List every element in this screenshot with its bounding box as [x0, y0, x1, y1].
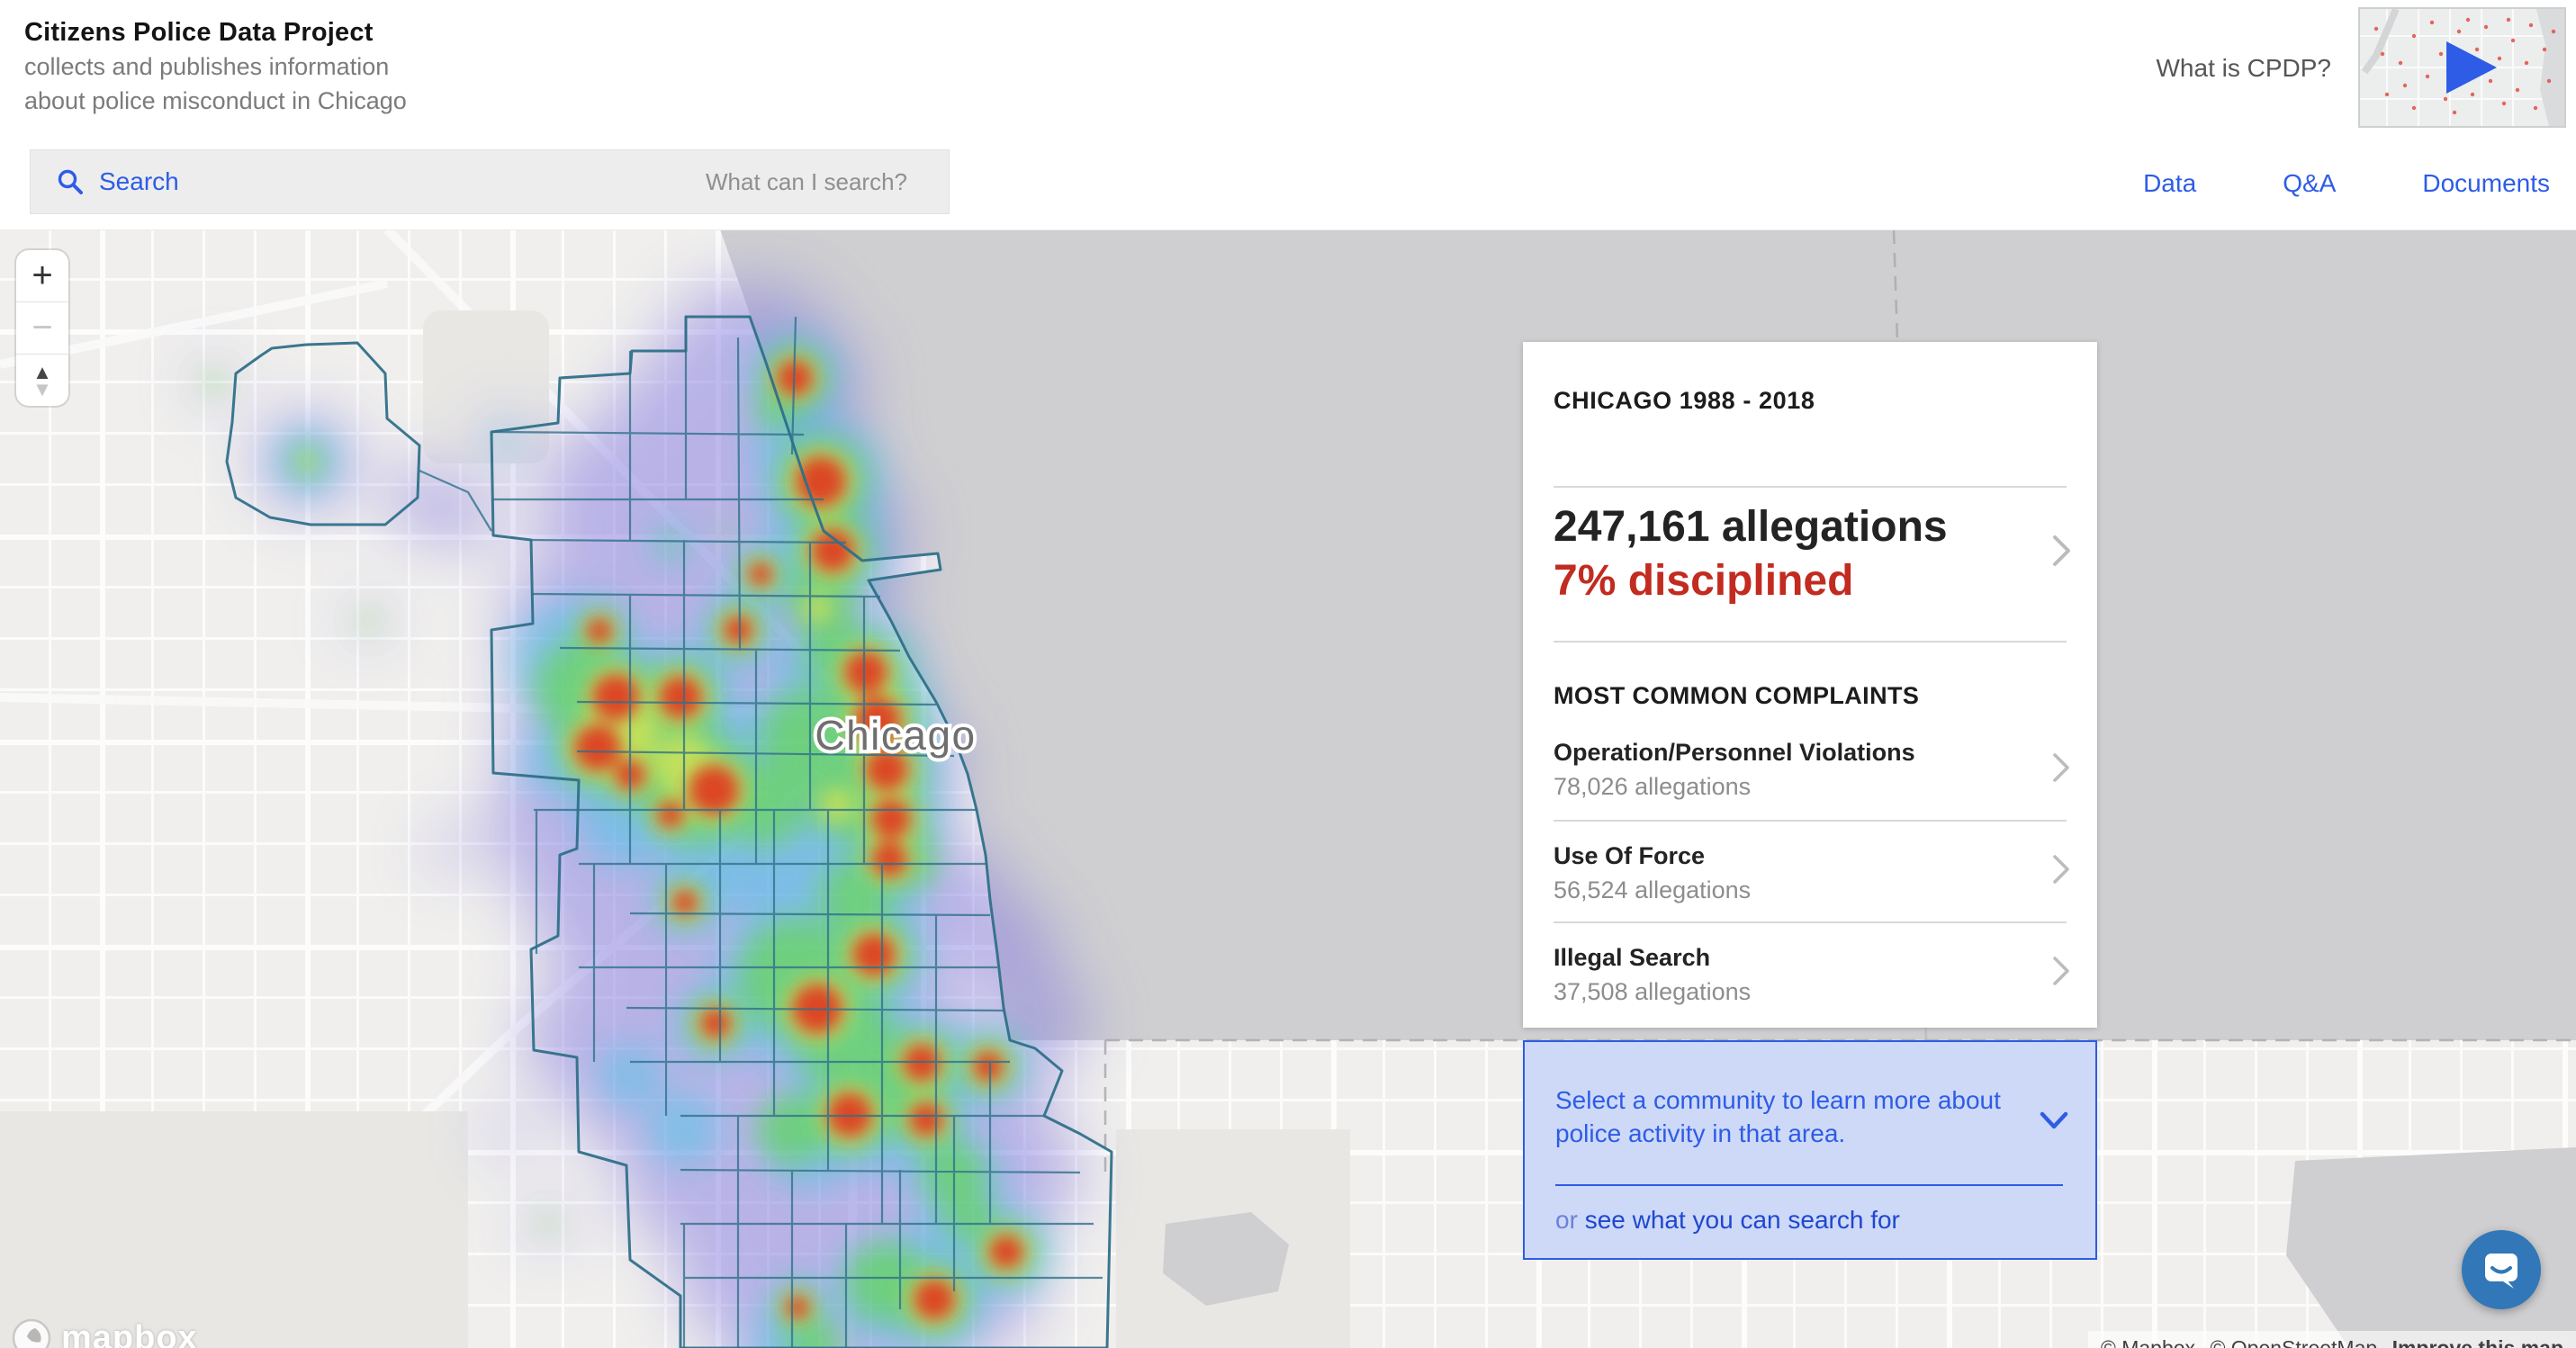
top-nav: Data Q&A Documents: [2143, 169, 2550, 198]
video-thumbnail-map: [2360, 9, 2564, 126]
complaint-count: 78,026 allegations: [1554, 772, 2032, 801]
search-icon: [56, 167, 85, 196]
compass-down-icon: ▼: [32, 382, 52, 398]
complaint-count: 37,508 allegations: [1554, 977, 2032, 1006]
divider: [1555, 1184, 2063, 1186]
osm-attribution-link[interactable]: © OpenStreetMap: [2210, 1336, 2377, 1348]
complaint-name: Operation/Personnel Violations: [1554, 738, 2032, 767]
chevron-right-icon: [2050, 953, 2074, 989]
intro-video-thumbnail[interactable]: [2358, 7, 2566, 128]
zoom-out-button[interactable]: −: [16, 301, 68, 354]
summary-panel: CHICAGO 1988 - 2018 247,161 allegations …: [1523, 342, 2097, 1028]
chat-bubble-icon: [2480, 1248, 2523, 1291]
search-suggestion-line: or see what you can search for: [1555, 1206, 1900, 1235]
plus-icon: +: [32, 256, 52, 296]
community-select-panel[interactable]: Select a community to learn more about p…: [1523, 1040, 2097, 1260]
or-text: or: [1555, 1206, 1585, 1234]
divider: [1554, 921, 2067, 923]
total-allegations: 247,161 allegations: [1554, 500, 1948, 554]
mapbox-wordmark: mapbox: [61, 1319, 198, 1348]
city-label: Chicago: [815, 712, 976, 759]
app-subtitle-line2: about police misconduct in Chicago: [24, 85, 407, 116]
community-select-prompt: Select a community to learn more about p…: [1555, 1083, 2005, 1150]
nav-link-qa[interactable]: Q&A: [2283, 169, 2336, 198]
chevron-down-icon: [2038, 1107, 2070, 1134]
divider: [1554, 641, 2067, 643]
mapbox-attribution-link[interactable]: © Mapbox: [2101, 1336, 2195, 1348]
nav-link-documents[interactable]: Documents: [2422, 169, 2550, 198]
disciplined-percent: 7% disciplined: [1554, 554, 1948, 608]
app-title: Citizens Police Data Project: [24, 18, 407, 48]
mapbox-logo[interactable]: mapbox: [11, 1317, 198, 1348]
minus-icon: −: [32, 308, 52, 348]
period-label: CHICAGO 1988 - 2018: [1554, 387, 1815, 415]
citywide-stats-link[interactable]: 247,161 allegations 7% disciplined: [1554, 500, 1948, 608]
map-zoom-control: + − ▲ ▼: [16, 250, 68, 406]
what-is-cpdp-label: What is CPDP?: [2157, 54, 2332, 83]
chat-launcher-button[interactable]: [2462, 1230, 2541, 1309]
divider: [1554, 486, 2067, 488]
complaint-item[interactable]: Illegal Search 37,508 allegations: [1554, 943, 2032, 1006]
complaint-name: Illegal Search: [1554, 943, 2032, 972]
complaints-header: MOST COMMON COMPLAINTS: [1554, 682, 1919, 710]
search-input[interactable]: Search What can I search?: [30, 149, 950, 214]
nav-link-data[interactable]: Data: [2143, 169, 2196, 198]
compass-pitch-button[interactable]: ▲ ▼: [16, 354, 68, 406]
zoom-in-button[interactable]: +: [16, 250, 68, 301]
search-placeholder: What can I search?: [706, 168, 907, 196]
complaint-name: Use Of Force: [1554, 841, 2032, 870]
map-attribution: © Mapbox © OpenStreetMap Improve this ma…: [2088, 1331, 2576, 1348]
app-subtitle-line1: collects and publishes information: [24, 51, 407, 82]
search-label: Search: [99, 167, 179, 196]
complaint-item[interactable]: Use Of Force 56,524 allegations: [1554, 841, 2032, 904]
header: Citizens Police Data Project collects an…: [0, 0, 2576, 230]
chevron-right-icon: [2050, 750, 2074, 786]
divider: [1554, 820, 2067, 822]
brand: Citizens Police Data Project collects an…: [24, 18, 407, 116]
chevron-right-icon: [2050, 531, 2074, 571]
mapbox-logo-icon: [11, 1317, 52, 1348]
what-you-can-search-link[interactable]: see what you can search for: [1585, 1206, 1900, 1234]
complaint-item[interactable]: Operation/Personnel Violations 78,026 all…: [1554, 738, 2032, 801]
improve-map-link[interactable]: Improve this map: [2392, 1336, 2563, 1348]
map-region[interactable]: Chicago + − ▲ ▼ CHICAGO 1988 - 2018 247,…: [0, 229, 2576, 1348]
complaint-count: 56,524 allegations: [1554, 876, 2032, 904]
chevron-right-icon: [2050, 851, 2074, 887]
